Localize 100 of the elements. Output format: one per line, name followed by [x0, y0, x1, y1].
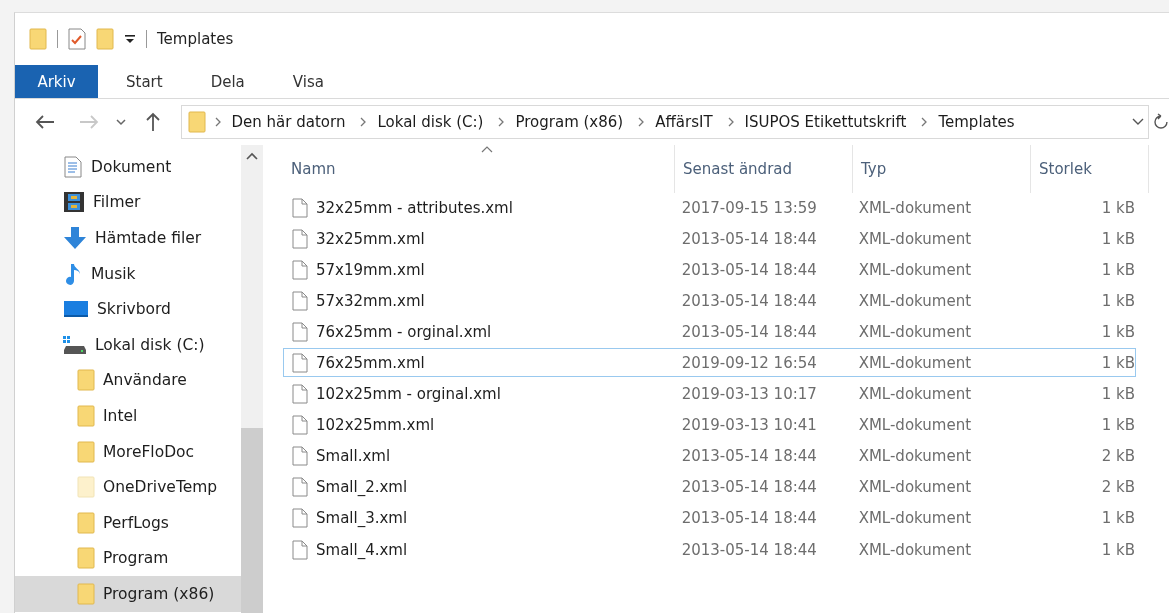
folder-icon	[77, 440, 95, 463]
file-icon	[292, 290, 308, 311]
chevron-icon	[497, 117, 506, 127]
sidebar-item[interactable]: Skrivbord	[15, 291, 241, 327]
sidebar-item[interactable]: PerfLogs	[15, 504, 241, 541]
ribbon-tab[interactable]: Start	[106, 65, 183, 98]
file-name: 76x25mm - orginal.xml	[316, 322, 492, 341]
chevron-icon	[213, 117, 222, 127]
file-size: 1 kB	[1100, 416, 1135, 435]
folder-icon	[187, 111, 206, 133]
film-icon	[63, 191, 85, 214]
breadcrumb-item[interactable]: AffärsIT	[649, 113, 719, 131]
file-icon	[292, 415, 308, 436]
file-row[interactable]: 102x25mm.xml 2019-03-13 10:41 XML-dokument 1 kB	[283, 410, 1136, 440]
file-size: 1 kB	[1100, 229, 1135, 248]
refresh-icon[interactable]	[1153, 113, 1169, 131]
column-header[interactable]: Senast ändrad	[675, 145, 853, 193]
ribbon-tab[interactable]: Dela	[190, 65, 265, 98]
back-arrow-icon[interactable]	[34, 114, 55, 130]
new-folder-icon	[96, 28, 114, 50]
file-name: Small_4.xml	[316, 540, 408, 559]
sidebar-item[interactable]: Lokal disk (C:)	[15, 326, 241, 363]
breadcrumb-item[interactable]: ISUPOS Etikettutskrift	[738, 113, 913, 131]
column-header[interactable]: Namn	[283, 145, 675, 193]
music-note-icon	[63, 261, 83, 286]
breadcrumb-item[interactable]: Program (x86)	[509, 113, 630, 131]
ribbon-tab[interactable]: Arkiv	[15, 65, 98, 98]
window-title: Templates	[157, 30, 234, 48]
file-size: 1 kB	[1100, 260, 1135, 279]
dropdown-icon[interactable]	[1132, 118, 1145, 126]
chevron-down-icon[interactable]	[115, 118, 126, 126]
file-row[interactable]: 32x25mm.xml 2013-05-14 18:44 XML-dokument 1 kB	[283, 224, 1136, 254]
desktop-icon	[63, 300, 89, 319]
sidebar-item[interactable]: Program (x86)	[15, 576, 241, 612]
file-icon	[292, 228, 308, 249]
file-row[interactable]: 76x25mm.xml 2019-09-12 16:54 XML-dokument 1 kB	[283, 348, 1136, 378]
ribbon-tab[interactable]: Visa	[272, 65, 344, 98]
modified-date: 2013-05-14 18:44	[680, 478, 818, 497]
file-row[interactable]: 32x25mm - attributes.xml 2017-09-15 13:59 XML-dokument 1 kB	[283, 193, 1136, 222]
file-row[interactable]: 57x19mm.xml 2013-05-14 18:44 XML-dokument 1 kB	[283, 255, 1136, 285]
file-row[interactable]: Small_4.xml 2013-05-14 18:44 XML-dokument 1 kB	[283, 535, 1136, 565]
sidebar-item[interactable]: Filmer	[15, 184, 241, 221]
breadcrumb-item[interactable]: Lokal disk (C:)	[371, 113, 490, 131]
file-icon	[292, 477, 308, 498]
file-icon	[292, 321, 308, 342]
file-size: 1 kB	[1100, 198, 1135, 217]
chevron-icon	[637, 117, 646, 127]
file-type: XML-dokument	[857, 447, 973, 466]
modified-date: 2019-03-13 10:17	[680, 385, 818, 404]
sidebar-item[interactable]: Användare	[15, 362, 241, 399]
sidebar-item[interactable]: Program	[15, 540, 241, 577]
file-row[interactable]: Small_3.xml 2013-05-14 18:44 XML-dokument 1 kB	[283, 503, 1136, 533]
file-size: 1 kB	[1100, 509, 1135, 528]
up-arrow-icon[interactable]	[144, 112, 161, 132]
file-size: 2 kB	[1100, 447, 1135, 466]
modified-date: 2013-05-14 18:44	[680, 322, 818, 341]
download-arrow-icon	[63, 226, 87, 250]
file-type: XML-dokument	[857, 260, 973, 279]
sidebar-item[interactable]: Dokument	[15, 149, 241, 185]
chevron-icon	[726, 117, 735, 127]
modified-date: 2013-05-14 18:44	[680, 509, 818, 528]
properties-icon[interactable]	[68, 28, 86, 50]
file-row[interactable]: 102x25mm - orginal.xml 2019-03-13 10:17 XML-dokument 1 kB	[283, 379, 1136, 409]
column-header[interactable]: Storlek	[1031, 145, 1149, 193]
file-row[interactable]: Small.xml 2013-05-14 18:44 XML-dokument 2 kB	[283, 441, 1136, 471]
file-type: XML-dokument	[857, 291, 973, 310]
breadcrumb-item[interactable]: Den här datorn	[225, 113, 352, 131]
folder-icon	[77, 547, 95, 570]
scrollbar[interactable]	[241, 145, 263, 613]
modified-date: 2013-05-14 18:44	[680, 291, 818, 310]
dropdown-icon[interactable]	[124, 33, 136, 45]
file-size: 1 kB	[1100, 353, 1135, 372]
file-type: XML-dokument	[857, 385, 973, 404]
file-size: 1 kB	[1100, 322, 1135, 341]
sidebar-item[interactable]: Musik	[15, 255, 241, 292]
chevron-icon	[359, 117, 368, 127]
file-name: 57x32mm.xml	[316, 291, 425, 310]
sidebar-item[interactable]: MoreFloDoc	[15, 433, 241, 470]
file-row[interactable]: Small_2.xml 2013-05-14 18:44 XML-dokument 2 kB	[283, 472, 1136, 502]
chevron-icon	[920, 117, 929, 127]
file-size: 1 kB	[1100, 540, 1135, 559]
file-size: 1 kB	[1100, 291, 1135, 310]
folder-icon	[29, 28, 47, 50]
drive-icon	[63, 333, 87, 356]
sidebar-item[interactable]: Hämtade filer	[15, 220, 241, 256]
address-bar[interactable]: Den här datorn Lokal disk (C:) Program (x86) AffärsIT ISUPOS Etikettutskrift Templates	[180, 105, 1150, 139]
breadcrumb-item[interactable]: Templates	[932, 113, 1021, 131]
file-row[interactable]: 76x25mm - orginal.xml 2013-05-14 18:44 XML-dokument 1 kB	[283, 317, 1136, 347]
modified-date: 2013-05-14 18:44	[680, 229, 818, 248]
document-icon	[63, 155, 83, 178]
file-type: XML-dokument	[857, 509, 973, 528]
folder-icon	[77, 404, 95, 427]
column-header[interactable]: Typ	[853, 145, 1031, 193]
modified-date: 2019-09-12 16:54	[680, 353, 818, 372]
sidebar-item[interactable]: Intel	[15, 398, 241, 434]
file-name: 57x19mm.xml	[316, 260, 425, 279]
sidebar-item[interactable]: OneDriveTemp	[15, 469, 241, 505]
file-icon	[292, 259, 308, 280]
file-row[interactable]: 57x32mm.xml 2013-05-14 18:44 XML-dokument 1 kB	[283, 286, 1136, 316]
file-icon	[292, 352, 308, 373]
